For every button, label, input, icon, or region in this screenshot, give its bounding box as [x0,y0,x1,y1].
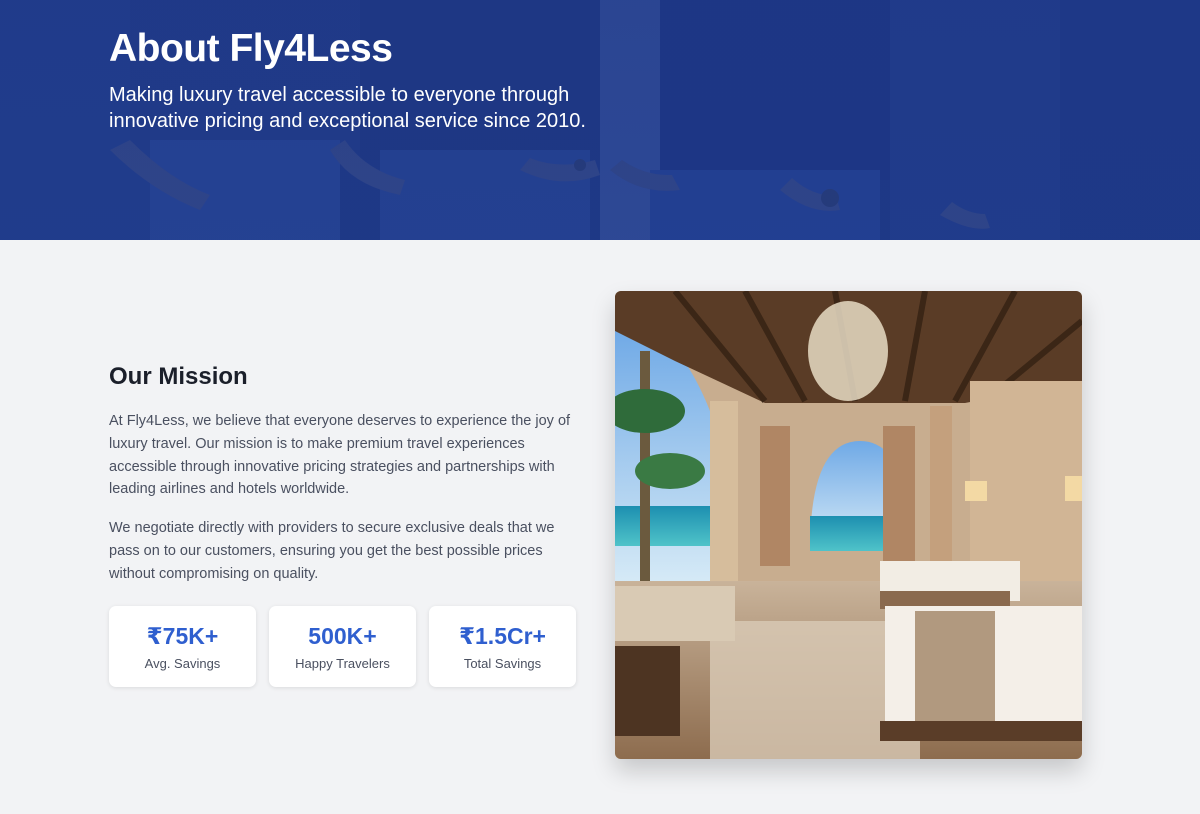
mission-paragraph: At Fly4Less, we believe that everyone de… [109,413,571,498]
stat-card-total-savings: ₹1.5Cr+ Total Savings [429,606,576,687]
page-title: About Fly4Less [109,27,393,70]
stat-label: Happy Travelers [295,656,390,671]
mission-paragraph: We negotiate directly with providers to … [109,520,555,582]
hero-content: About Fly4Less Making luxury travel acce… [109,26,629,134]
stat-label: Avg. Savings [144,656,221,671]
hero-banner: About Fly4Less Making luxury travel acce… [0,0,1200,240]
stats-row: ₹75K+ Avg. Savings 500K+ Happy Travelers… [109,606,576,687]
hero-subtitle: Making luxury travel accessible to every… [109,84,586,132]
mission-text-block: Our Mission At Fly4Less, we believe that… [109,362,579,586]
stat-value: ₹1.5Cr+ [459,623,546,649]
stat-card-happy-travelers: 500K+ Happy Travelers [269,606,416,687]
stat-value: ₹75K+ [146,623,219,649]
stat-label: Total Savings [463,656,542,671]
mission-title: Our Mission [109,363,248,390]
stat-value: 500K+ [308,623,377,649]
resort-photo [615,291,1082,759]
stat-card-avg-savings: ₹75K+ Avg. Savings [109,606,256,687]
mission-section: Our Mission At Fly4Less, we believe that… [0,240,1200,814]
